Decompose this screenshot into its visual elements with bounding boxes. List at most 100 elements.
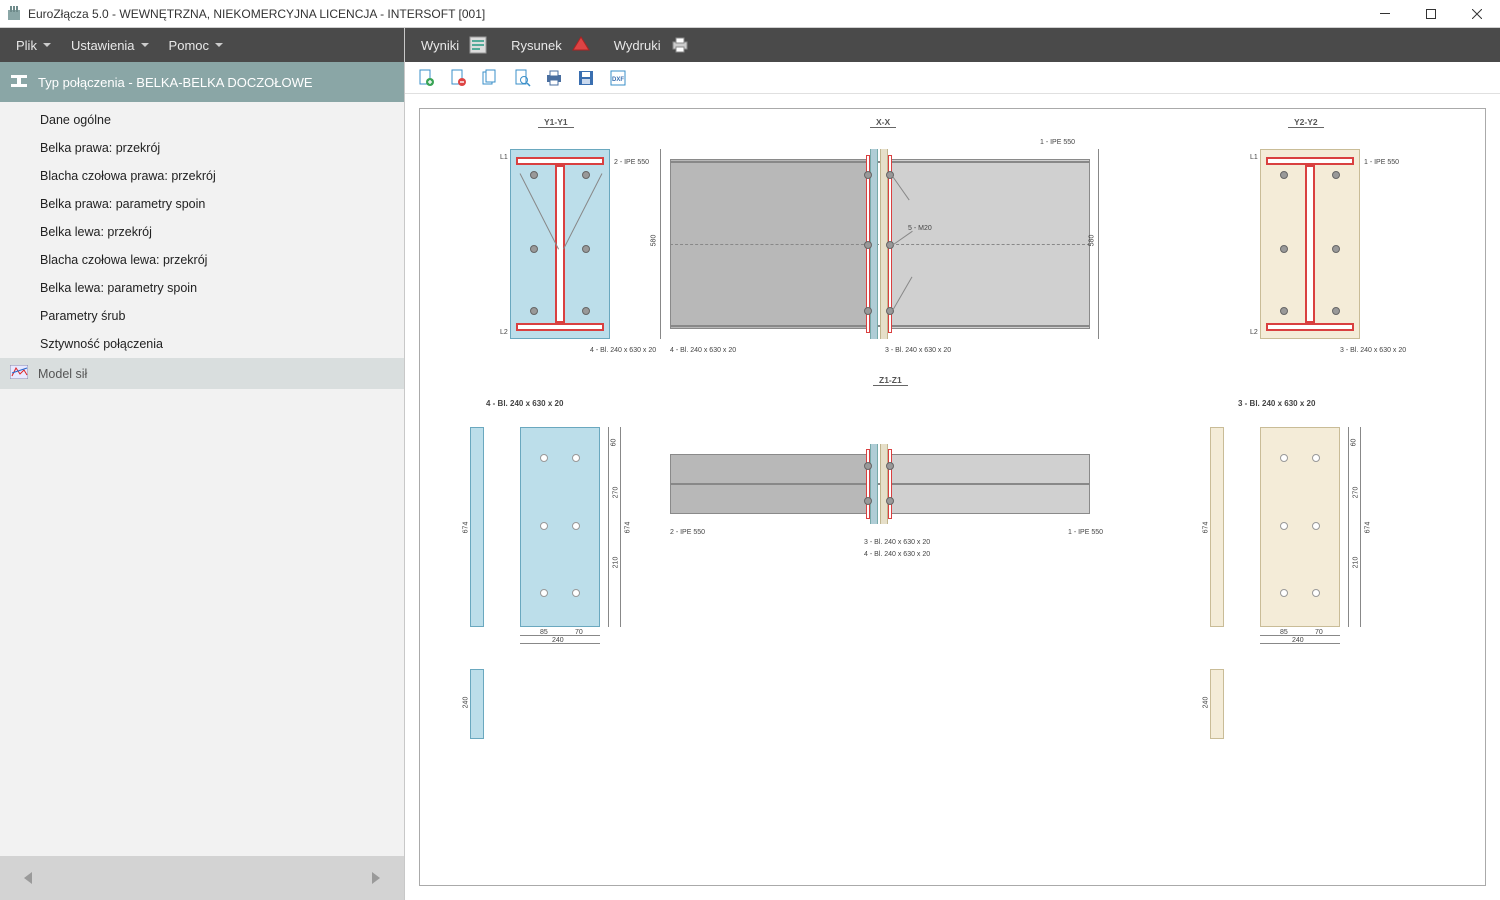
svg-text:DXF: DXF bbox=[612, 77, 624, 83]
menu-label: Rysunek bbox=[511, 38, 562, 53]
plate-label: 4 - Bl. 240 x 630 x 20 bbox=[486, 399, 563, 408]
bolt-hole bbox=[1312, 522, 1320, 530]
nav-item-dane-ogolne[interactable]: Dane ogólne bbox=[0, 106, 404, 134]
minimize-button[interactable] bbox=[1362, 0, 1408, 28]
bolt bbox=[1332, 171, 1340, 179]
nav-item-belka-prawa-spoiny[interactable]: Belka prawa: parametry spoin bbox=[0, 190, 404, 218]
tb-save-button[interactable] bbox=[575, 67, 597, 89]
nav-item-label: Model sił bbox=[38, 367, 87, 381]
bolt bbox=[582, 171, 590, 179]
dim-value: 674 bbox=[624, 522, 631, 534]
tb-zoom-button[interactable] bbox=[511, 67, 533, 89]
bolt-hole bbox=[1280, 589, 1288, 597]
plate-label: 3 - Bl. 240 x 630 x 20 bbox=[1238, 399, 1315, 408]
plate-strip-blue bbox=[470, 669, 484, 739]
plate-label: 4 - Bl. 240 x 630 x 20 bbox=[590, 347, 656, 354]
beam-label: 1 - IPE 550 bbox=[1040, 139, 1075, 146]
title-bar: EuroZłącza 5.0 - WEWNĘTRZNA, NIEKOMERCYJ… bbox=[0, 0, 1500, 28]
dim-line bbox=[1360, 427, 1361, 627]
nav-prev-button[interactable] bbox=[16, 866, 40, 890]
dim-value: 580 bbox=[1088, 235, 1095, 247]
menu-rysunek[interactable]: Rysunek bbox=[503, 26, 602, 64]
menu-wyniki[interactable]: Wyniki bbox=[413, 26, 499, 64]
nav-item-parametry-srub[interactable]: Parametry śrub bbox=[0, 302, 404, 330]
menu-ustawienia[interactable]: Ustawienia bbox=[63, 32, 157, 59]
bolt bbox=[1332, 307, 1340, 315]
nav-item-model-sil[interactable]: Model sił bbox=[0, 358, 404, 389]
menu-label: Plik bbox=[16, 38, 37, 53]
nav-item-blacha-lewa-przekroj[interactable]: Blacha czołowa lewa: przekrój bbox=[0, 246, 404, 274]
nav-header-label: Typ połączenia - BELKA-BELKA DOCZOŁOWE bbox=[38, 75, 313, 90]
bolt bbox=[864, 307, 872, 315]
left-panel: Plik Ustawienia Pomoc Typ połączenia - B… bbox=[0, 28, 405, 900]
nav-item-blacha-prawa-przekroj[interactable]: Blacha czołowa prawa: przekrój bbox=[0, 162, 404, 190]
right-panel: Wyniki Rysunek Wydruki DXF bbox=[405, 28, 1500, 900]
app-icon bbox=[6, 6, 22, 22]
dim-line bbox=[520, 635, 600, 636]
maximize-button[interactable] bbox=[1408, 0, 1454, 28]
dim-value: 85 bbox=[540, 629, 548, 636]
dim-value: 240 bbox=[1202, 697, 1209, 709]
menubar-right: Wyniki Rysunek Wydruki bbox=[405, 28, 1500, 62]
connection-type-icon bbox=[10, 72, 28, 93]
bolt bbox=[1280, 307, 1288, 315]
dim-value: 240 bbox=[1292, 637, 1304, 644]
drawing-canvas[interactable]: Y1-Y1 L1 L2 2 - IPE 550 4 - Bl. 240 x 63… bbox=[419, 108, 1486, 886]
menu-plik[interactable]: Plik bbox=[8, 32, 59, 59]
bolt bbox=[864, 462, 872, 470]
tb-page-button[interactable] bbox=[447, 67, 469, 89]
doc-toolbar: DXF bbox=[405, 62, 1500, 94]
dim-line bbox=[660, 149, 661, 339]
bolt-hole bbox=[1312, 589, 1320, 597]
weld-line bbox=[888, 449, 892, 519]
dim-value: 270 bbox=[1352, 487, 1359, 499]
plate-label: 4 - Bl. 240 x 630 x 20 bbox=[864, 551, 930, 558]
menu-pomoc[interactable]: Pomoc bbox=[161, 32, 231, 59]
print-icon bbox=[667, 32, 693, 58]
corner-label: L1 bbox=[1250, 154, 1258, 161]
dim-value: 240 bbox=[462, 697, 469, 709]
bolt bbox=[530, 171, 538, 179]
results-icon bbox=[465, 32, 491, 58]
tb-page-copy-button[interactable] bbox=[479, 67, 501, 89]
dim-value: 210 bbox=[612, 557, 619, 569]
nav-header[interactable]: Typ połączenia - BELKA-BELKA DOCZOŁOWE bbox=[0, 62, 404, 102]
bolt-hole bbox=[1312, 454, 1320, 462]
canvas-wrap: Y1-Y1 L1 L2 2 - IPE 550 4 - Bl. 240 x 63… bbox=[405, 94, 1500, 900]
tb-new-button[interactable] bbox=[415, 67, 437, 89]
dim-line bbox=[1098, 149, 1099, 339]
beam-label: 2 - IPE 550 bbox=[614, 159, 649, 166]
bolt bbox=[1280, 171, 1288, 179]
bolt bbox=[582, 307, 590, 315]
nav-item-belka-lewa-przekroj[interactable]: Belka lewa: przekrój bbox=[0, 218, 404, 246]
plate-strip-tan bbox=[1210, 669, 1224, 739]
nav-item-sztywnosc[interactable]: Sztywność połączenia bbox=[0, 330, 404, 358]
dim-value: 210 bbox=[1352, 557, 1359, 569]
chevron-down-icon bbox=[141, 43, 149, 47]
nav-item-belka-lewa-spoiny[interactable]: Belka lewa: parametry spoin bbox=[0, 274, 404, 302]
tb-dxf-button[interactable]: DXF bbox=[607, 67, 629, 89]
flange-top-y1 bbox=[516, 157, 604, 165]
menubar-left: Plik Ustawienia Pomoc bbox=[0, 28, 404, 62]
section-title-xx: X-X bbox=[870, 117, 896, 128]
plate-label: 3 - Bl. 240 x 630 x 20 bbox=[864, 539, 930, 546]
dim-value: 580 bbox=[650, 235, 657, 247]
close-button[interactable] bbox=[1454, 0, 1500, 28]
bolt bbox=[582, 245, 590, 253]
beam-label: 1 - IPE 550 bbox=[1068, 529, 1103, 536]
dim-value: 270 bbox=[612, 487, 619, 499]
plate-face-blue bbox=[520, 427, 600, 627]
flange-bot-y1 bbox=[516, 323, 604, 331]
nav-item-belka-prawa-przekroj[interactable]: Belka prawa: przekrój bbox=[0, 134, 404, 162]
nav-next-button[interactable] bbox=[364, 866, 388, 890]
beam-label: 1 - IPE 550 bbox=[1364, 159, 1399, 166]
bolt bbox=[864, 497, 872, 505]
dim-value: 70 bbox=[1315, 629, 1323, 636]
plate-side-blue bbox=[470, 427, 484, 627]
dim-value: 240 bbox=[552, 637, 564, 644]
menu-label: Pomoc bbox=[169, 38, 209, 53]
dim-value: 674 bbox=[462, 522, 469, 534]
menu-wydruki[interactable]: Wydruki bbox=[606, 26, 701, 64]
tb-print-button[interactable] bbox=[543, 67, 565, 89]
bolt-hole bbox=[540, 454, 548, 462]
